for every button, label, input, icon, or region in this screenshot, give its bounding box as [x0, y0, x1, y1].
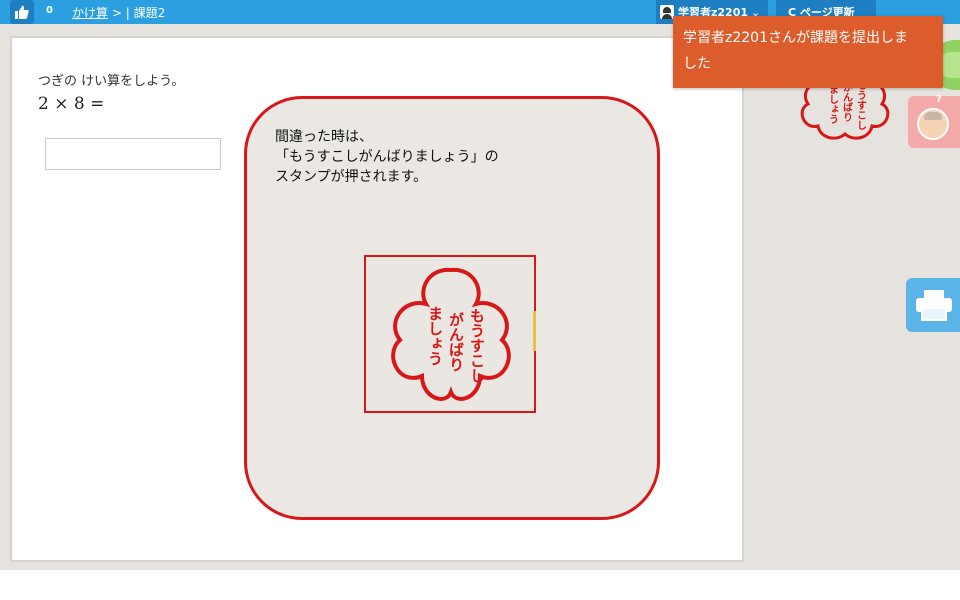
problem-equation: 2 × 8 =	[38, 94, 105, 114]
submission-toast: 学習者z2201さんが課題を提出しま した	[673, 16, 943, 88]
stamp-text-1: もうすこし	[468, 308, 486, 383]
stamp-text-3: ましょう	[426, 306, 444, 366]
side-stamp-text-3: ましょう	[827, 84, 838, 124]
bottom-strip	[0, 570, 960, 600]
answer-input[interactable]	[45, 138, 221, 170]
printer-icon	[916, 290, 952, 321]
student-face-icon	[917, 108, 949, 140]
callout-line-1: 間違った時は、	[275, 129, 373, 145]
help-button[interactable]: ?	[908, 94, 960, 148]
toast-line-1: 学習者z2201さんが課題を提出しま	[683, 30, 908, 46]
breadcrumb-current: 課題2	[133, 6, 166, 20]
breadcrumb-link[interactable]: かけ算	[72, 6, 108, 20]
thumbs-up-icon	[15, 5, 29, 19]
callout-line-3: スタンプが押されます。	[275, 169, 428, 185]
toast-line-2: した	[683, 56, 711, 72]
stamp-example: もうすこし がんばり ましょう	[364, 255, 536, 413]
like-count: 0	[46, 5, 53, 16]
stamp-text-2: がんばり	[447, 311, 465, 372]
stamp-frame-edge	[533, 311, 536, 351]
print-button[interactable]	[906, 278, 960, 332]
breadcrumb-separator: > |	[108, 6, 134, 20]
explanation-callout: 間違った時は、 「もうすこしがんばりましょう」の スタンプが押されます。 もうす…	[244, 96, 660, 520]
user-avatar-icon	[660, 5, 674, 19]
breadcrumb: かけ算 > | 課題2	[72, 4, 165, 21]
callout-line-2: 「もうすこしがんばりましょう」の	[275, 149, 499, 165]
like-button[interactable]	[10, 0, 34, 24]
callout-text: 間違った時は、 「もうすこしがんばりましょう」の スタンプが押されます。	[275, 127, 499, 187]
problem-prompt: つぎの けい算をしよう。	[38, 74, 185, 89]
question-mark-icon: ?	[936, 94, 942, 105]
